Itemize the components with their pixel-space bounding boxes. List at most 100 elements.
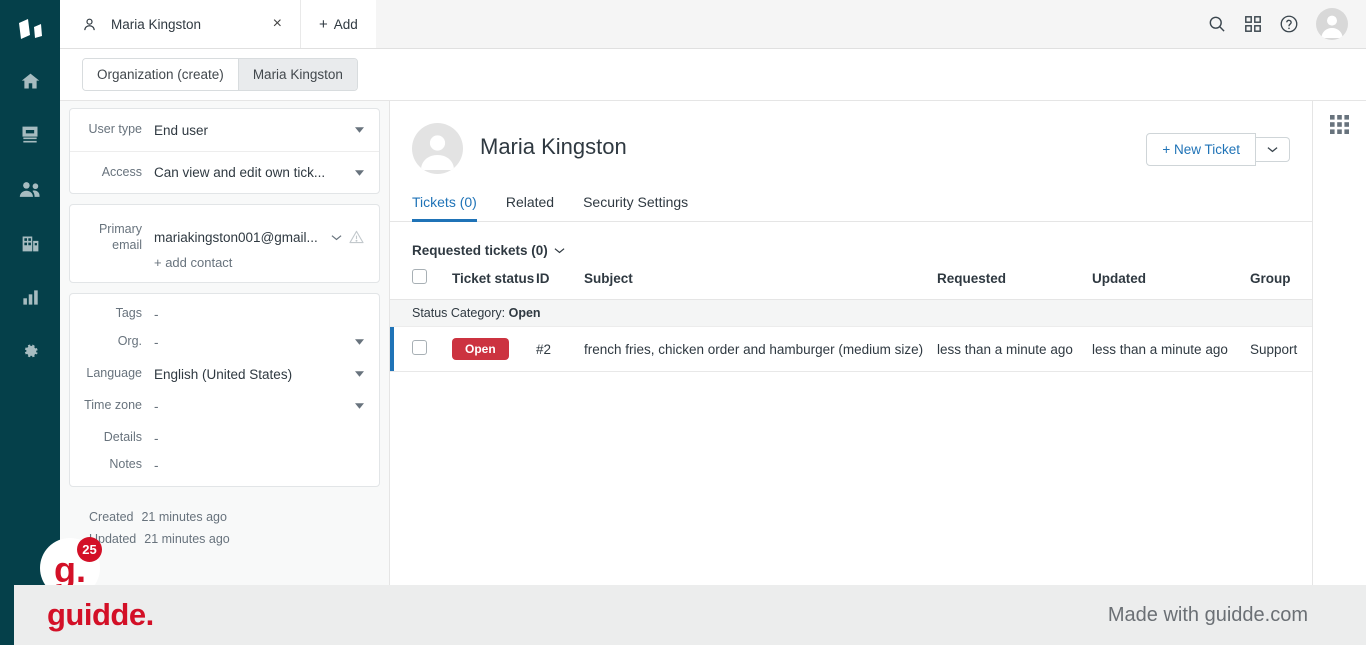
cell-requested: less than a minute ago — [937, 326, 1092, 372]
segment-organization-create[interactable]: Organization (create) — [83, 59, 239, 90]
language-value[interactable]: English (United States) — [154, 367, 351, 382]
field-language[interactable]: Language English (United States) — [70, 358, 379, 390]
select-all-header — [390, 269, 452, 300]
topbar-spacer — [375, 0, 1207, 48]
chevron-down-icon[interactable] — [351, 127, 367, 133]
requested-tickets-dropdown[interactable]: Requested tickets (0) — [390, 222, 587, 258]
sidebar-item-customers[interactable] — [10, 172, 50, 206]
cell-subject[interactable]: french fries, chicken order and hamburge… — [562, 326, 937, 372]
sidebar-item-reporting[interactable] — [10, 280, 50, 314]
access-value[interactable]: Can view and edit own tick... — [154, 165, 351, 180]
field-label: Notes — [109, 457, 142, 472]
chevron-down-icon[interactable] — [351, 371, 367, 377]
tab-tickets[interactable]: Tickets (0) — [412, 194, 477, 222]
org-value[interactable]: - — [154, 335, 351, 350]
field-org[interactable]: Org. - — [70, 326, 379, 358]
cell-id: #2 — [536, 326, 562, 372]
segment-maria-kingston[interactable]: Maria Kingston — [238, 59, 357, 90]
primary-email-value[interactable]: mariakingston001@gmail... — [154, 230, 331, 245]
column-updated[interactable]: Updated — [1092, 269, 1250, 300]
time-zone-value[interactable]: - — [154, 399, 351, 414]
warning-icon — [345, 230, 367, 244]
page-title: Maria Kingston — [480, 134, 627, 159]
field-tags[interactable]: Tags - — [70, 294, 379, 326]
add-tab-label: Add — [333, 16, 358, 32]
add-tab-button[interactable]: + Add — [301, 0, 376, 48]
field-label: Language — [86, 366, 142, 381]
zendesk-logo[interactable] — [10, 10, 50, 50]
field-label: Tags — [115, 306, 142, 321]
new-ticket-dropdown-button[interactable] — [1256, 137, 1290, 162]
cell-updated: less than a minute ago — [1092, 326, 1250, 372]
updated-timestamp: Updated 21 minutes ago — [89, 529, 380, 551]
card-contacts: Primary email mariakingston001@gmail... … — [69, 204, 380, 283]
column-subject[interactable]: Subject — [562, 269, 937, 300]
row-accent-bar — [390, 327, 394, 371]
tags-value[interactable]: - — [154, 307, 367, 322]
select-all-checkbox[interactable] — [412, 269, 427, 284]
notes-value[interactable]: - — [154, 458, 367, 473]
updated-value: 21 minutes ago — [144, 531, 230, 546]
sidebar-item-organizations[interactable] — [10, 226, 50, 260]
breadcrumb: Organization (create) Maria Kingston — [60, 49, 1366, 101]
chevron-down-icon[interactable] — [351, 169, 367, 176]
column-group[interactable]: Group — [1250, 269, 1312, 300]
field-time-zone[interactable]: Time zone - — [70, 390, 379, 422]
user-detail-pane: Maria Kingston + New Ticket Tickets (0) … — [390, 101, 1313, 645]
page-header: Maria Kingston + New Ticket — [390, 101, 1312, 174]
created-label: Created — [89, 510, 134, 524]
guidde-made-with-label: Made with guidde.com — [1107, 603, 1308, 626]
created-value: 21 minutes ago — [141, 510, 227, 524]
tab-label: Maria Kingston — [111, 16, 202, 32]
close-icon[interactable]: × — [269, 14, 286, 34]
help-icon[interactable] — [1279, 14, 1299, 34]
chevron-down-icon — [554, 248, 565, 254]
table-header: Ticket status ID Subject Requested Updat… — [390, 269, 1312, 300]
group-value: Open — [508, 306, 541, 320]
tab-related[interactable]: Related — [506, 194, 554, 222]
body-area: User type End user Access Can view and e… — [60, 101, 1366, 645]
requested-tickets-label: Requested tickets (0) — [412, 243, 548, 258]
chevron-down-icon[interactable] — [351, 403, 367, 409]
avatar[interactable] — [1316, 8, 1348, 40]
apps-grid-icon[interactable] — [1244, 15, 1262, 33]
apps-grid-icon[interactable] — [1330, 115, 1349, 139]
user-type-value[interactable]: End user — [154, 123, 351, 138]
sidebar-item-home[interactable] — [10, 64, 50, 98]
field-user-type[interactable]: User type End user — [70, 109, 379, 151]
field-details[interactable]: Details - — [70, 422, 379, 454]
created-timestamp: Created 21 minutes ago — [89, 507, 380, 529]
app-root: Maria Kingston × + Add Organization (cre… — [0, 0, 1366, 645]
chevron-down-icon[interactable] — [331, 234, 345, 241]
row-checkbox[interactable] — [412, 340, 427, 355]
new-ticket-button[interactable]: + New Ticket — [1146, 133, 1256, 166]
row-select-cell — [390, 326, 452, 372]
user-icon — [82, 17, 97, 32]
group-label: Status Category: — [412, 306, 506, 320]
customers-icon — [19, 181, 40, 197]
guidde-badge-count: 25 — [77, 537, 102, 562]
details-value[interactable]: - — [154, 431, 367, 446]
field-label: Org. — [117, 334, 142, 349]
sidebar-item-admin[interactable] — [10, 334, 50, 368]
column-requested[interactable]: Requested — [937, 269, 1092, 300]
browser-tab-maria-kingston[interactable]: Maria Kingston × — [60, 0, 301, 48]
field-label: Primary email — [98, 221, 142, 252]
add-contact-link[interactable]: + add contact — [70, 255, 379, 282]
sidebar-item-views[interactable] — [10, 118, 50, 152]
segment-group: Organization (create) Maria Kingston — [82, 58, 358, 91]
search-icon[interactable] — [1207, 14, 1227, 34]
field-primary-email[interactable]: Primary email mariakingston001@gmail... — [70, 205, 379, 259]
column-id[interactable]: ID — [536, 269, 562, 300]
gear-icon — [24, 344, 38, 357]
table-row[interactable]: Open #2 french fries, chicken order and … — [390, 326, 1312, 372]
column-ticket-status[interactable]: Ticket status — [452, 269, 536, 300]
chevron-down-icon — [1267, 147, 1278, 153]
tab-security-settings[interactable]: Security Settings — [583, 194, 688, 222]
field-notes[interactable]: Notes - — [70, 454, 379, 486]
field-access[interactable]: Access Can view and edit own tick... — [70, 151, 379, 193]
plus-icon: + — [319, 15, 328, 33]
chevron-down-icon[interactable] — [351, 339, 367, 345]
table-body: Status Category: Open Open #2 french fri… — [390, 299, 1312, 372]
status-badge: Open — [452, 338, 509, 360]
